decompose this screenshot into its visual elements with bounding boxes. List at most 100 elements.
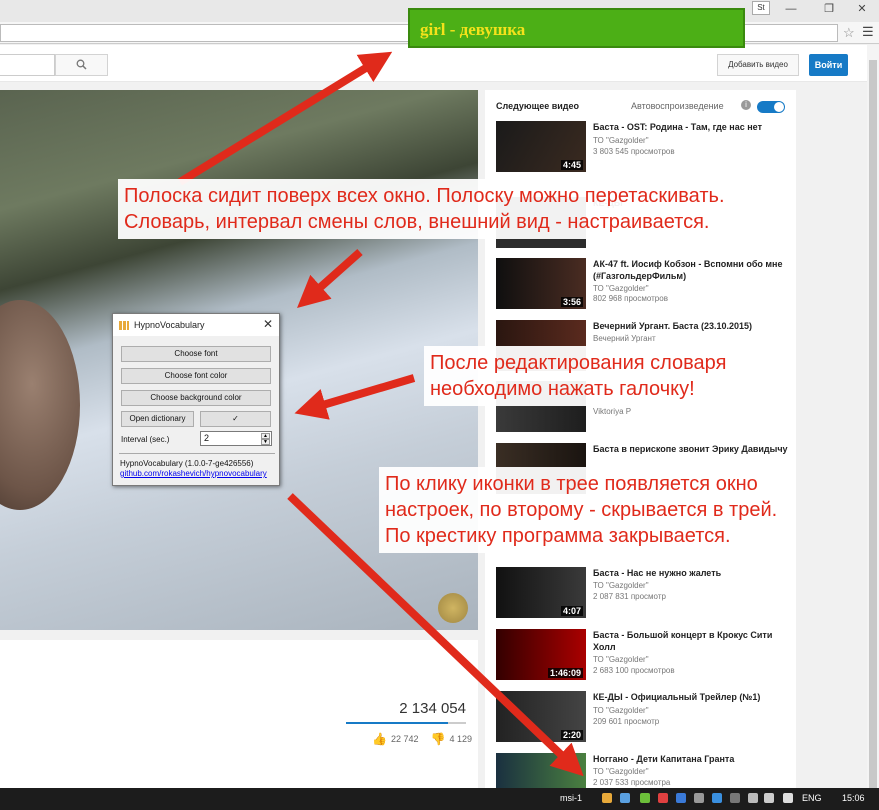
choose-font-button[interactable]: Choose font — [121, 346, 271, 362]
channel-watermark-icon — [438, 593, 468, 623]
duration-badge: 4:45 — [560, 160, 583, 170]
video-thumbnail: 4:07 — [496, 567, 586, 618]
host-label: msi-1 — [560, 793, 582, 803]
login-button[interactable]: Войти — [809, 54, 848, 76]
interval-label: Interval (sec.) — [121, 435, 170, 444]
choose-font-color-button[interactable]: Choose font color — [121, 368, 271, 384]
channel-name: ТО "Gazgolder" — [593, 767, 649, 776]
list-item[interactable]: 3:56 АК-47 ft. Иосиф Кобзон - Вспомни об… — [496, 258, 792, 310]
upload-video-button[interactable]: Добавить видео — [717, 54, 799, 76]
tray-app-icon[interactable] — [694, 793, 704, 803]
info-icon[interactable]: i — [741, 100, 751, 110]
tray-app-icon[interactable] — [620, 793, 630, 803]
list-item[interactable]: 1:46:09 Баста - Большой концерт в Крокус… — [496, 629, 792, 681]
taskbar: msi-1 ENG 15:06 — [0, 788, 879, 810]
open-dictionary-button[interactable]: Open dictionary — [121, 411, 194, 427]
like-ratio-bar — [346, 722, 466, 724]
banner-word: girl - девушка — [420, 20, 526, 39]
tray-app-icon[interactable] — [640, 793, 650, 803]
channel-name: ТО "Gazgolder" — [593, 284, 649, 293]
callout-line: После редактирования словаря — [430, 352, 727, 374]
video-thumbnail: 3:56 — [496, 258, 586, 309]
thumbs-up-icon[interactable]: 👍 — [372, 732, 387, 746]
duration-badge: 4:07 — [560, 606, 583, 616]
video-title: Баста - Большой концерт в Крокус Сити Хо… — [593, 630, 773, 652]
bookmark-star-icon[interactable]: ☆ — [843, 25, 855, 41]
channel-name: ТО "Gazgolder" — [593, 706, 649, 715]
notifications-icon[interactable] — [783, 793, 793, 803]
volume-icon[interactable] — [764, 793, 774, 803]
choose-background-color-button[interactable]: Choose background color — [121, 390, 271, 406]
video-title: АК-47 ft. Иосиф Кобзон - Вспомни обо мне… — [593, 259, 783, 281]
video-title: Баста - Нас не нужно жалеть — [593, 568, 722, 578]
thumbs-down-icon[interactable]: 👎 — [430, 732, 445, 746]
list-item[interactable]: 4:07 Баста - Нас не нужно жалеть ТО "Gaz… — [496, 567, 792, 619]
clock[interactable]: 15:06 — [842, 793, 865, 803]
duration-badge: 2:20 — [560, 730, 583, 740]
hypno-titlebar[interactable]: HypnoVocabulary ✕ — [113, 314, 279, 336]
app-logo-icon — [119, 321, 129, 330]
channel-name: ТО "Gazgolder" — [593, 655, 649, 664]
apply-check-button[interactable]: ✓ — [200, 411, 271, 427]
duration-badge: 3:56 — [560, 297, 583, 307]
video-info-panel: 2 134 054 👍 22 742 👎 4 129 — [0, 640, 478, 788]
video-title: Вечерний Ургант. Баста (23.10.2015) — [593, 321, 753, 331]
callout-line: По крестику программа закрывается. — [385, 525, 731, 547]
user-profile-badge[interactable]: St — [752, 1, 770, 15]
wifi-icon[interactable] — [748, 793, 758, 803]
autoplay-toggle[interactable] — [757, 101, 785, 113]
hypno-settings-window: HypnoVocabulary ✕ Choose font Choose fon… — [112, 313, 280, 486]
view-count: 2 087 831 просмотр — [593, 592, 666, 601]
channel-name: Viktoriya P — [593, 407, 632, 416]
callout-line: Полоска сидит поверх всех окно. Полоску … — [124, 185, 725, 207]
close-window-button[interactable]: ✕ — [849, 0, 875, 18]
view-count: 3 803 545 просмотров — [593, 147, 675, 156]
hypnovocabulary-tray-icon[interactable] — [602, 793, 612, 803]
callout-mid: После редактирования словаря необходимо … — [424, 346, 733, 406]
github-link[interactable]: github.com/rokashevich/hypnovocabulary — [120, 469, 267, 478]
video-title: Баста в перископе звонит Эрику Давидычу — [593, 444, 788, 454]
separator — [119, 453, 275, 454]
view-count: 209 601 просмотр — [593, 717, 660, 726]
view-count: 2 683 100 просмотров — [593, 666, 675, 675]
scrollbar-thumb[interactable] — [869, 60, 877, 790]
like-dislike-row: 👍 22 742 👎 4 129 — [372, 732, 472, 746]
video-thumbnail: 4:45 — [496, 121, 586, 172]
channel-name: ТО "Gazgolder" — [593, 581, 649, 590]
language-indicator[interactable]: ENG — [802, 793, 822, 803]
view-count: 2 037 533 просмотра — [593, 778, 671, 787]
search-input[interactable] — [0, 54, 55, 76]
toggle-knob — [774, 102, 784, 112]
up-next-heading: Следующее видео — [496, 101, 580, 111]
duration-badge: 1:46:09 — [547, 668, 583, 678]
interval-spinbox[interactable]: 2 ▲ ▼ — [200, 431, 272, 446]
tray-app-icon[interactable] — [658, 793, 668, 803]
autoplay-label: Автовоспроизведение — [631, 101, 724, 111]
callout-line: настроек, по второму - скрывается в трей… — [385, 499, 778, 521]
close-icon[interactable]: ✕ — [263, 317, 273, 331]
spin-down-icon[interactable]: ▼ — [261, 439, 270, 445]
search-icon — [76, 59, 87, 70]
view-count: 802 968 просмотров — [593, 294, 668, 303]
minimize-button[interactable]: — — [778, 0, 804, 18]
callout-top: Полоска сидит поверх всех окно. Полоску … — [118, 179, 731, 239]
version-label: HypnoVocabulary (1.0.0-7-ge426556) — [120, 459, 254, 468]
browser-menu-icon[interactable]: ☰ — [862, 24, 874, 40]
video-thumbnail — [496, 753, 586, 788]
video-thumbnail: 1:46:09 — [496, 629, 586, 680]
search-button[interactable] — [55, 54, 108, 76]
like-count: 22 742 — [390, 734, 419, 744]
tray-app-icon[interactable] — [730, 793, 740, 803]
video-title: Ноггано - Дети Капитана Гранта — [593, 754, 735, 764]
window-title: HypnoVocabulary — [134, 320, 205, 330]
dislike-count: 4 129 — [449, 734, 472, 744]
tray-app-icon[interactable] — [676, 793, 686, 803]
page-scrollbar[interactable] — [867, 45, 879, 790]
list-item[interactable]: 2:20 КЕ-ДЫ - Официальный Трейлер (№1) ТО… — [496, 691, 792, 743]
list-item[interactable]: 4:45 Баста - OST: Родина - Там, где нас … — [496, 121, 792, 173]
restore-button[interactable]: ❐ — [816, 0, 842, 18]
video-title: Баста - OST: Родина - Там, где нас нет — [593, 122, 762, 132]
tray-app-icon[interactable] — [712, 793, 722, 803]
word-banner[interactable]: girl - девушка — [408, 8, 745, 48]
callout-line: Словарь, интервал смены слов, внешний ви… — [124, 211, 710, 233]
